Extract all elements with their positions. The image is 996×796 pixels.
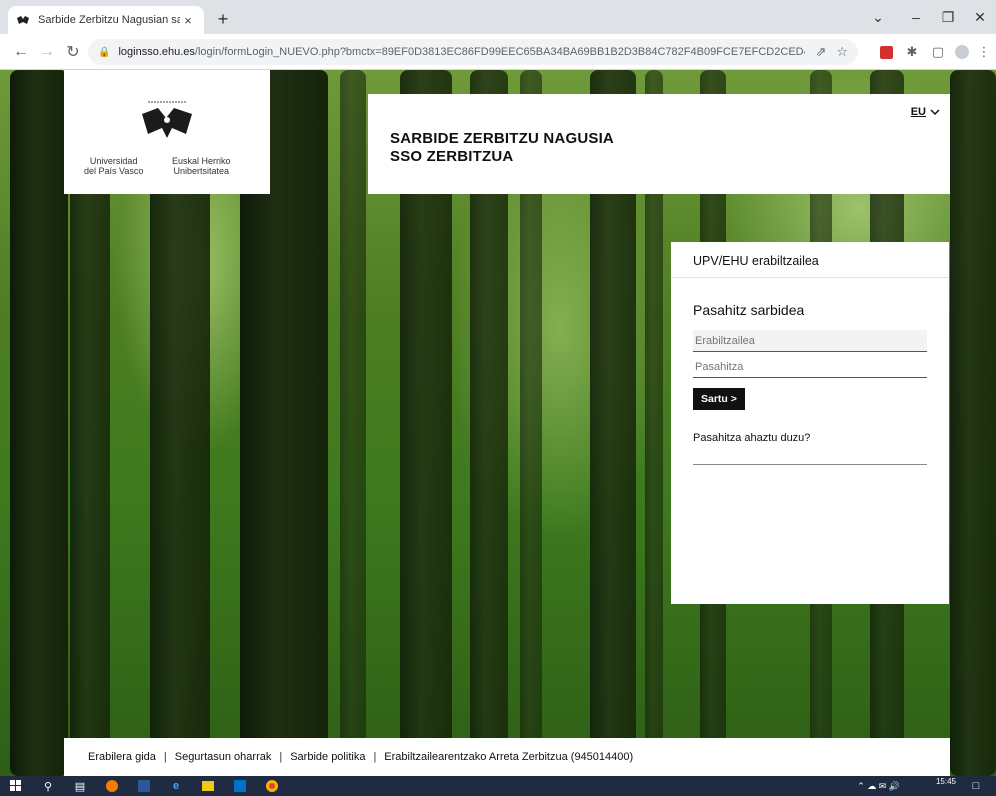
password-field[interactable] [693,356,927,378]
chevron-down-icon [930,109,940,116]
logo-left-line1: Universidad [89,156,138,166]
address-bar[interactable]: 🔒 loginsso.ehu.es/login/formLogin_NUEVO.… [88,39,858,65]
edge-icon[interactable]: e [160,776,192,796]
taskbar-clock[interactable]: 15:45 [936,777,956,786]
logo-spanish-name: Universidad del País Vasco [84,156,143,176]
page-header: SARBIDE ZERBITZU NAGUSIA SSO ZERBITZUA E… [368,94,950,194]
logo-left-line2: del País Vasco [84,166,144,176]
submit-label: Sartu [701,393,728,405]
windows-start-icon[interactable] [0,776,32,796]
word-icon[interactable] [128,776,160,796]
notifications-icon[interactable]: □ [960,776,992,796]
system-tray-icons[interactable]: ⌃ ☁ ✉ 🔊 [857,776,900,796]
logo-right-line2: Unibertsitatea [173,166,230,176]
forward-arrow-icon[interactable]: → [36,41,58,63]
ehu-favicon-icon [17,16,29,24]
forgot-password-link[interactable]: Pasahitza ahaztu duzu? [693,432,810,444]
page-footer: Erabilera gida | Segurtasun oharrak | Sa… [64,738,950,776]
file-explorer-icon[interactable] [192,776,224,796]
sidepanel-icon[interactable]: ▢ [928,42,948,62]
outlook-icon[interactable] [224,776,256,796]
browser-tabstrip: Sarbide Zerbitzu Nagusian saioa × + ⌄ – … [0,0,996,34]
bookmark-star-icon[interactable]: ☆ [836,44,848,60]
task-view-icon[interactable]: ▤ [64,776,96,796]
search-icon[interactable]: ⚲ [32,776,64,796]
tab-title: Sarbide Zerbitzu Nagusian saioa [38,14,180,26]
page-subtitle: SSO ZERBITZUA [390,148,514,165]
profile-avatar-icon[interactable] [952,42,972,62]
footer-separator: | [279,751,283,763]
login-page: Universidad del País Vasco Euskal Herrik… [0,70,996,776]
browser-toolbar: ← → ↻ 🔒 loginsso.ehu.es/login/formLogin_… [0,34,996,70]
footer-separator: | [373,751,377,763]
language-selector[interactable]: EU [911,106,940,118]
browser-tab[interactable]: Sarbide Zerbitzu Nagusian saioa × [8,6,204,34]
back-arrow-icon[interactable]: ← [10,41,32,63]
pdf-extension-icon[interactable] [876,42,896,62]
login-panel-title: UPV/EHU erabiltzailea [671,242,949,278]
tab-close-icon[interactable]: × [180,13,196,28]
footer-link-usage-guide[interactable]: Erabilera gida [88,751,156,763]
university-logo[interactable]: Universidad del País Vasco Euskal Herrik… [64,70,270,194]
windows-taskbar: ⚲ ▤ e ⌃ ☁ ✉ 🔊 15:45 □ [0,776,996,796]
address-url: loginsso.ehu.es/login/formLogin_NUEVO.ph… [118,46,805,58]
new-tab-button[interactable]: + [212,9,234,31]
login-panel: UPV/EHU erabiltzailea Pasahitz sarbidea … [671,242,949,604]
firefox-icon[interactable] [96,776,128,796]
tab-search-chevron-icon[interactable]: ⌄ [856,0,900,34]
maximize-button[interactable]: ❐ [932,0,964,34]
chrome-icon[interactable] [256,776,288,796]
password-access-heading: Pasahitz sarbidea [693,302,805,318]
close-window-button[interactable]: ✕ [964,0,996,34]
divider [693,464,927,465]
page-title: SARBIDE ZERBITZU NAGUSIA [390,130,614,147]
footer-link-security-notes[interactable]: Segurtasun oharrak [175,751,272,763]
share-icon[interactable]: ⇗ [815,44,826,60]
logo-right-line1: Euskal Herriko [172,156,231,166]
url-host: loginsso.ehu.es [118,46,195,58]
footer-link-user-support[interactable]: Erabiltzailearentzako Arreta Zerbitzua (… [384,751,633,763]
footer-link-access-policy[interactable]: Sarbide politika [290,751,365,763]
submit-button[interactable]: Sartu > [693,388,745,410]
extensions-puzzle-icon[interactable]: ✱ [902,42,922,62]
footer-separator: | [163,751,167,763]
ehu-logo-mark-icon [142,101,192,138]
browser-menu-icon[interactable]: ⋮ [974,42,994,62]
url-path: /login/formLogin_NUEVO.php?bmctx=89EF0D3… [194,46,806,58]
minimize-button[interactable]: – [900,0,932,34]
reload-icon[interactable]: ↻ [62,41,84,63]
lock-icon: 🔒 [98,46,111,58]
logo-basque-name: Euskal Herriko Unibertsitatea [172,156,231,176]
language-label: EU [910,106,926,118]
username-field[interactable] [693,330,927,352]
chevron-right-icon: > [730,393,737,405]
